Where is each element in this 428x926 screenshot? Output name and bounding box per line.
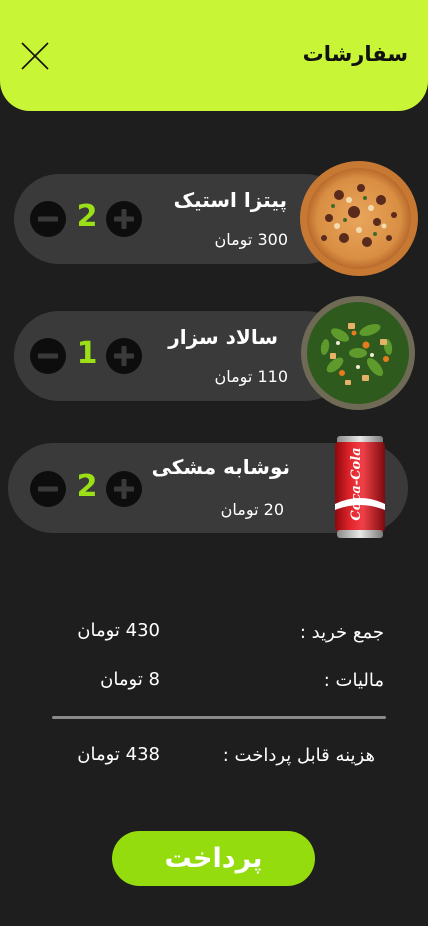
minus-circle-icon	[30, 471, 66, 507]
total-value: 438 تومان	[77, 744, 160, 765]
minus-circle-icon	[30, 201, 66, 237]
item-name: نوشابه مشکی	[151, 455, 290, 479]
item-name: سالاد سزار	[168, 325, 278, 349]
pizza-image	[300, 161, 418, 276]
subtotal-value: 430 تومان	[77, 620, 160, 641]
plus-circle-icon	[106, 201, 142, 237]
increase-quantity-button[interactable]	[106, 338, 142, 374]
plus-circle-icon	[106, 471, 142, 507]
item-price: 300 تومان	[214, 230, 288, 249]
close-icon	[21, 42, 49, 70]
increase-quantity-button[interactable]	[106, 471, 142, 507]
salad-image	[301, 296, 415, 410]
summary-divider	[52, 716, 386, 719]
item-name: پیتزا استیک	[173, 188, 287, 212]
tax-label: مالیات :	[323, 670, 384, 691]
pay-button[interactable]: پرداخت	[112, 831, 315, 886]
quantity-value: 2	[76, 469, 98, 504]
decrease-quantity-button[interactable]	[30, 338, 66, 374]
item-price: 110 تومان	[214, 367, 288, 386]
decrease-quantity-button[interactable]	[30, 201, 66, 237]
plus-circle-icon	[106, 338, 142, 374]
tax-value: 8 تومان	[100, 669, 160, 690]
close-button[interactable]	[19, 40, 51, 72]
header-bar: سفارشات	[0, 0, 428, 111]
decrease-quantity-button[interactable]	[30, 471, 66, 507]
page-title: سفارشات	[302, 42, 408, 66]
svg-text:Coca-Cola: Coca-Cola	[349, 447, 364, 520]
item-price: 20 تومان	[220, 500, 284, 519]
increase-quantity-button[interactable]	[106, 201, 142, 237]
quantity-value: 2	[76, 199, 98, 234]
minus-circle-icon	[30, 338, 66, 374]
subtotal-label: جمع خرید :	[299, 622, 384, 643]
quantity-value: 1	[76, 336, 98, 371]
cola-can-image: Coca-Cola	[335, 436, 385, 538]
total-label: هزینه قابل پرداخت :	[222, 745, 375, 766]
